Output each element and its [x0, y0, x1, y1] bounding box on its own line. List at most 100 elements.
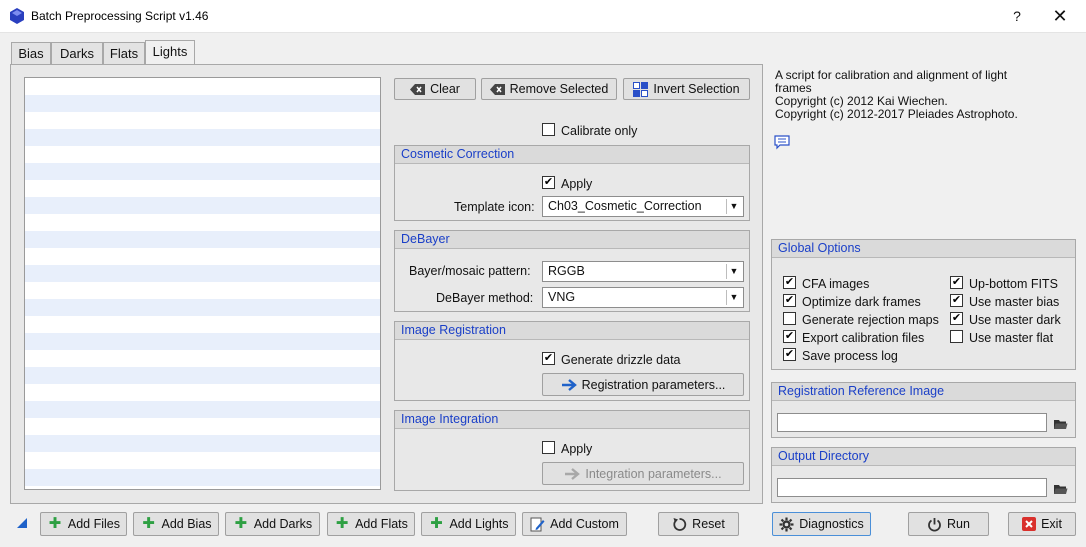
- exit-button[interactable]: Exit: [1008, 512, 1076, 536]
- diagnostics-button[interactable]: Diagnostics: [772, 512, 871, 536]
- run-button[interactable]: Run: [908, 512, 989, 536]
- list-stripe: [25, 163, 380, 180]
- debayer-method-label: DeBayer method:: [436, 291, 534, 305]
- generate-rejection-maps-checkbox[interactable]: [783, 312, 796, 325]
- list-stripe: [25, 401, 380, 418]
- use-master-dark-checkbox[interactable]: ✔: [950, 312, 963, 325]
- list-stripe: [25, 197, 380, 214]
- up-bottom-fits-label: Up-bottom FITS: [969, 277, 1058, 291]
- folder-icon[interactable]: [1054, 418, 1068, 430]
- arrow-right-icon: [561, 378, 577, 391]
- registration-parameters-button[interactable]: Registration parameters...: [542, 373, 744, 396]
- bayer-pattern-select[interactable]: RGGB ▼: [542, 261, 744, 282]
- list-stripe: [25, 299, 380, 316]
- add-bias-label: Add Bias: [161, 517, 212, 531]
- integration-parameters-button[interactable]: Integration parameters...: [542, 462, 744, 485]
- list-stripe: [25, 435, 380, 452]
- clear-label: Clear: [430, 82, 460, 96]
- reset-label: Reset: [692, 517, 725, 531]
- integration-parameters-label: Integration parameters...: [585, 466, 722, 481]
- use-master-flat-checkbox[interactable]: [950, 330, 963, 343]
- cfa-images-label: CFA images: [802, 277, 870, 291]
- tab-bias[interactable]: Bias: [11, 42, 51, 64]
- clear-button[interactable]: Clear: [394, 78, 476, 100]
- generate-drizzle-label: Generate drizzle data: [561, 353, 681, 367]
- plus-icon: ✚: [430, 515, 443, 532]
- help-button[interactable]: ?: [1006, 4, 1028, 28]
- add-flats-label: Add Flats: [355, 517, 408, 531]
- export-calibration-files-label: Export calibration files: [802, 331, 925, 345]
- use-master-flat-label: Use master flat: [969, 331, 1054, 345]
- cosmetic-apply-label: Apply: [561, 177, 593, 191]
- cfa-images-checkbox[interactable]: ✔: [783, 276, 796, 289]
- remove-selected-label: Remove Selected: [509, 82, 609, 96]
- remove-icon: [489, 83, 505, 95]
- app-logo-icon: [10, 8, 24, 24]
- registration-parameters-label: Registration parameters...: [581, 377, 726, 392]
- up-bottom-fits-checkbox[interactable]: ✔: [950, 276, 963, 289]
- integration-apply-checkbox[interactable]: [542, 441, 555, 454]
- registration-reference-title: Registration Reference Image: [772, 383, 1075, 401]
- chevron-down-icon: ▼: [726, 264, 741, 279]
- export-calibration-files-checkbox[interactable]: ✔: [783, 330, 796, 343]
- tab-flats[interactable]: Flats: [103, 42, 145, 64]
- tab-darks[interactable]: Darks: [51, 42, 103, 64]
- window-title: Batch Preprocessing Script v1.46: [31, 9, 209, 23]
- bayer-pattern-label: Bayer/mosaic pattern:: [409, 264, 531, 278]
- use-master-dark-label: Use master dark: [969, 313, 1061, 327]
- image-registration-title: Image Registration: [395, 322, 749, 340]
- add-bias-button[interactable]: ✚ Add Bias: [133, 512, 219, 536]
- save-process-log-checkbox[interactable]: ✔: [783, 348, 796, 361]
- calibrate-only-checkbox[interactable]: [542, 123, 555, 136]
- close-window-button[interactable]: ✕: [1048, 4, 1072, 28]
- power-icon: [928, 517, 941, 531]
- gear-icon: [779, 517, 794, 531]
- list-stripe: [25, 231, 380, 248]
- invert-selection-icon: [633, 81, 649, 97]
- generate-drizzle-checkbox[interactable]: ✔: [542, 352, 555, 365]
- list-stripe: [25, 469, 380, 486]
- add-custom-label: Add Custom: [550, 517, 619, 531]
- list-stripe: [25, 265, 380, 282]
- image-integration-title: Image Integration: [395, 411, 749, 429]
- use-master-bias-label: Use master bias: [969, 295, 1060, 309]
- file-list[interactable]: [24, 77, 381, 490]
- template-icon-select[interactable]: Ch03_Cosmetic_Correction ▼: [542, 196, 744, 217]
- optimize-dark-frames-checkbox[interactable]: ✔: [783, 294, 796, 307]
- registration-reference-input[interactable]: [777, 413, 1047, 432]
- info-line-4: Copyright (c) 2012-2017 Pleiades Astroph…: [775, 107, 1018, 121]
- list-stripe: [25, 95, 380, 112]
- cosmetic-apply-checkbox[interactable]: ✔: [542, 176, 555, 189]
- output-directory-title: Output Directory: [772, 448, 1075, 466]
- chevron-down-icon: ▼: [726, 199, 741, 214]
- global-options-title: Global Options: [772, 240, 1075, 258]
- run-label: Run: [947, 517, 970, 531]
- template-icon-label: Template icon:: [454, 200, 535, 214]
- output-directory-input[interactable]: [777, 478, 1047, 497]
- use-master-bias-checkbox[interactable]: ✔: [950, 294, 963, 307]
- plus-icon: ✚: [48, 515, 62, 532]
- add-files-button[interactable]: ✚ Add Files: [40, 512, 127, 536]
- invert-selection-button[interactable]: Invert Selection: [623, 78, 750, 100]
- add-custom-button[interactable]: Add Custom: [522, 512, 627, 536]
- add-lights-label: Add Lights: [449, 517, 509, 531]
- debayer-method-select[interactable]: VNG ▼: [542, 287, 744, 308]
- comment-icon[interactable]: [774, 135, 790, 150]
- remove-selected-button[interactable]: Remove Selected: [481, 78, 617, 100]
- resize-corner-icon[interactable]: [17, 518, 27, 528]
- plus-icon: ✚: [234, 515, 248, 532]
- template-icon-value: Ch03_Cosmetic_Correction: [548, 199, 702, 213]
- add-flats-button[interactable]: ✚ Add Flats: [327, 512, 415, 536]
- plus-icon: ✚: [142, 515, 155, 532]
- tab-lights[interactable]: Lights: [145, 40, 195, 65]
- integration-apply-label: Apply: [561, 442, 593, 456]
- plus-icon: ✚: [335, 515, 349, 532]
- reset-button[interactable]: Reset: [658, 512, 739, 536]
- add-darks-button[interactable]: ✚ Add Darks: [225, 512, 320, 536]
- calibrate-only-label: Calibrate only: [561, 124, 638, 138]
- add-lights-button[interactable]: ✚ Add Lights: [421, 512, 516, 536]
- folder-icon[interactable]: [1054, 483, 1068, 495]
- clear-icon: [410, 83, 426, 95]
- add-darks-label: Add Darks: [253, 517, 313, 531]
- exit-label: Exit: [1041, 517, 1062, 531]
